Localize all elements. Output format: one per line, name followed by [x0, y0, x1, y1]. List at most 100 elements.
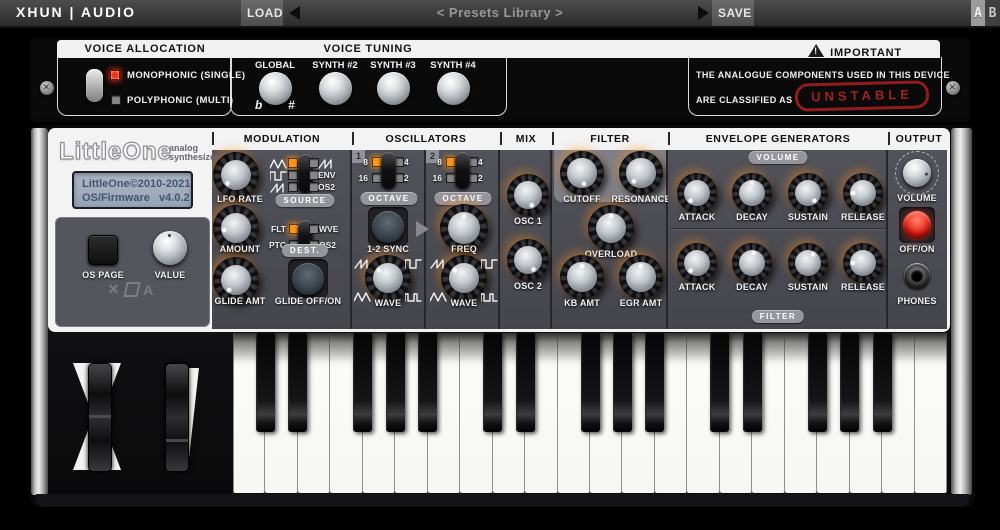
filter-env-release-knob[interactable] — [843, 243, 883, 283]
sqr-wave-icon — [270, 169, 287, 187]
power-on-off-button[interactable] — [903, 211, 931, 239]
output-volume-knob[interactable] — [903, 159, 931, 187]
slot-b-button[interactable]: B — [985, 0, 1000, 26]
tuning-knob[interactable] — [319, 72, 352, 105]
black-key[interactable] — [516, 333, 535, 432]
black-key[interactable] — [288, 333, 307, 432]
next-preset-icon[interactable] — [698, 6, 709, 20]
system-zone — [55, 217, 210, 327]
switch-option-label: 16 — [354, 173, 368, 183]
switch-option-label: OS2 — [318, 182, 335, 192]
black-key[interactable] — [256, 333, 275, 432]
switch-option-label: 4 — [478, 157, 483, 167]
black-key[interactable] — [581, 333, 600, 432]
value-label: VALUE — [155, 270, 186, 280]
load-button[interactable]: LOAD — [241, 0, 283, 26]
voice-mode-switch[interactable] — [86, 69, 103, 102]
octave-switch[interactable] — [455, 152, 470, 188]
filter-env-attack-knob[interactable] — [677, 243, 717, 283]
volume-env-attack-knob[interactable] — [677, 173, 717, 213]
control-panel: MODULATION OSCILLATORS MIX FILTER ENVELO… — [48, 128, 950, 332]
knob-indicator — [732, 173, 772, 213]
black-key[interactable] — [418, 333, 437, 432]
envelopes-section: VOLUMEFILTERATTACKDECAYSUSTAINRELEASEATT… — [668, 150, 888, 329]
knob-indicator — [588, 205, 634, 251]
mod-wheel[interactable] — [165, 363, 189, 472]
freq-label: FREQ — [451, 244, 477, 254]
envelope-divider — [670, 228, 886, 230]
mix-osc1-knob[interactable] — [507, 174, 549, 216]
tuning-knob[interactable] — [259, 72, 292, 105]
glide-button-base — [288, 259, 328, 299]
cutoff-knob[interactable] — [560, 151, 604, 195]
env-knob-label: DECAY — [736, 282, 768, 292]
product-logo: LittleOne — [59, 138, 172, 166]
overload-knob[interactable] — [588, 205, 634, 251]
osc2-wave-knob[interactable] — [441, 255, 487, 301]
volume-env-decay-knob[interactable] — [732, 173, 772, 213]
lfo-rate-label: LFO RATE — [217, 194, 263, 204]
switch-option-label: WVE — [319, 224, 338, 234]
octave-badge: OCTAVE — [360, 192, 417, 205]
value-knob[interactable] — [153, 231, 187, 265]
lcd-display: LittleOne©2010-2021OS/Firmware v4.0.2 — [72, 171, 193, 209]
black-key[interactable] — [743, 333, 762, 432]
black-key[interactable] — [613, 333, 632, 432]
os-page-button[interactable] — [88, 235, 118, 265]
wave-label: WAVE — [451, 298, 478, 308]
filter-env-sustain-knob[interactable] — [788, 243, 828, 283]
os-page-label: OS PAGE — [82, 270, 124, 280]
sharp-symbol: # — [288, 98, 295, 112]
wave-label: WAVE — [375, 298, 402, 308]
mix-osc2-knob[interactable] — [507, 239, 549, 281]
synth-unit: MODULATION OSCILLATORS MIX FILTER ENVELO… — [30, 125, 975, 507]
white-key[interactable] — [915, 333, 947, 493]
black-key[interactable] — [710, 333, 729, 432]
prev-preset-icon[interactable] — [289, 6, 300, 20]
egr-amt-knob[interactable] — [619, 255, 663, 299]
black-key[interactable] — [353, 333, 372, 432]
filter-env-decay-knob[interactable] — [732, 243, 772, 283]
kb-amt-knob[interactable] — [560, 255, 604, 299]
black-key[interactable] — [645, 333, 664, 432]
sync-button-base — [368, 207, 408, 247]
slot-a-button[interactable]: A — [971, 0, 985, 26]
glide-amt-label: GLIDE AMT — [215, 296, 266, 306]
tuning-knob[interactable] — [377, 72, 410, 105]
black-key[interactable] — [386, 333, 405, 432]
important-line1: THE ANALOGUE COMPONENTS USED IN THIS DEV… — [696, 70, 950, 80]
preset-display[interactable]: < Presets Library > — [350, 5, 650, 20]
source-badge: SOURCE — [275, 194, 334, 207]
octave-switch[interactable] — [381, 152, 396, 188]
monophonic-led — [110, 70, 120, 80]
lfo-rate-knob[interactable] — [213, 152, 259, 198]
xhun-audio-mark: ✕A — [108, 281, 156, 298]
sync-1-2-button[interactable] — [372, 211, 404, 243]
osc1-wave-knob[interactable] — [365, 255, 411, 301]
env-knob-label: RELEASE — [841, 282, 885, 292]
plugin-window: XHUN | AUDIO LOAD < Presets Library > SA… — [0, 0, 1000, 530]
pitch-wheel[interactable] — [88, 363, 112, 472]
filter-title: FILTER — [590, 133, 630, 145]
mix-osc1-label: OSC 1 — [514, 216, 542, 226]
switch-option-label: 16 — [428, 173, 442, 183]
voice-tuning-title: VOICE TUNING — [323, 43, 412, 55]
env-knob-label: RELEASE — [841, 212, 885, 222]
screw-icon — [40, 81, 54, 95]
resonance-knob[interactable] — [619, 151, 663, 195]
black-key[interactable] — [873, 333, 892, 432]
volume-env-sustain-knob[interactable] — [788, 173, 828, 213]
tuning-knob[interactable] — [437, 72, 470, 105]
save-button[interactable]: SAVE — [712, 0, 754, 26]
switch-option-label: 8 — [428, 157, 442, 167]
volume-env-badge: VOLUME — [748, 151, 807, 164]
black-key[interactable] — [483, 333, 502, 432]
envelopes-title: ENVELOPE GENERATORS — [706, 133, 851, 145]
volume-env-release-knob[interactable] — [843, 173, 883, 213]
oscillators-title: OSCILLATORS — [386, 133, 467, 145]
black-key[interactable] — [840, 333, 859, 432]
switch-option-label: 4 — [404, 157, 409, 167]
black-key[interactable] — [808, 333, 827, 432]
glide-on-off-button[interactable] — [292, 263, 324, 295]
sync-label: 1-2 SYNC — [367, 244, 409, 254]
